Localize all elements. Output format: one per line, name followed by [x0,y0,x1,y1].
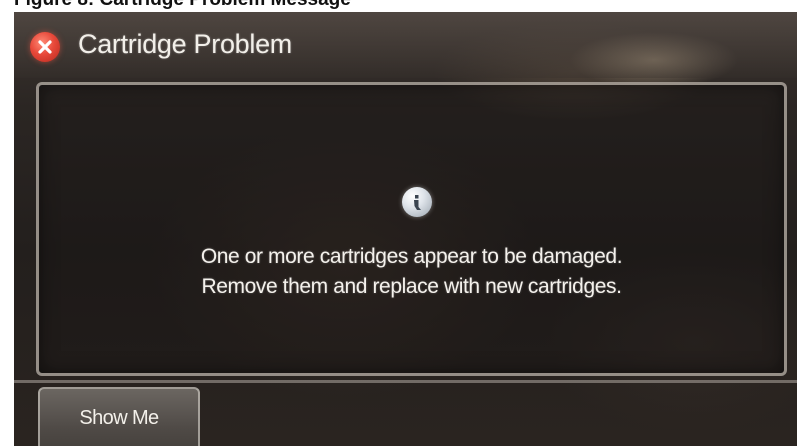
action-bar-divider [14,380,797,383]
show-me-button-label: Show Me [79,407,159,429]
error-message-line-1: One or more cartridges appear to be dama… [200,245,623,268]
dialog-title: Cartridge Problem [78,29,292,59]
message-panel: One or more cartridges appear to be dama… [36,82,787,376]
show-me-button[interactable]: Show Me [38,387,200,446]
dialog-titlebar: Cartridge Problem [14,12,797,78]
info-icon [402,187,432,217]
page-margin [0,12,14,446]
figure-caption: Figure 8: Cartridge Problem Message [0,0,797,12]
figure-caption-text: Figure 8: Cartridge Problem Message [14,0,351,11]
printer-control-panel: Cartridge Problem One or more cartridges… [14,12,797,446]
close-icon[interactable] [30,32,60,62]
photo-frame: Figure 8: Cartridge Problem Message Cart… [0,0,797,446]
error-message-line-2: Remove them and replace with new cartrid… [201,275,622,298]
